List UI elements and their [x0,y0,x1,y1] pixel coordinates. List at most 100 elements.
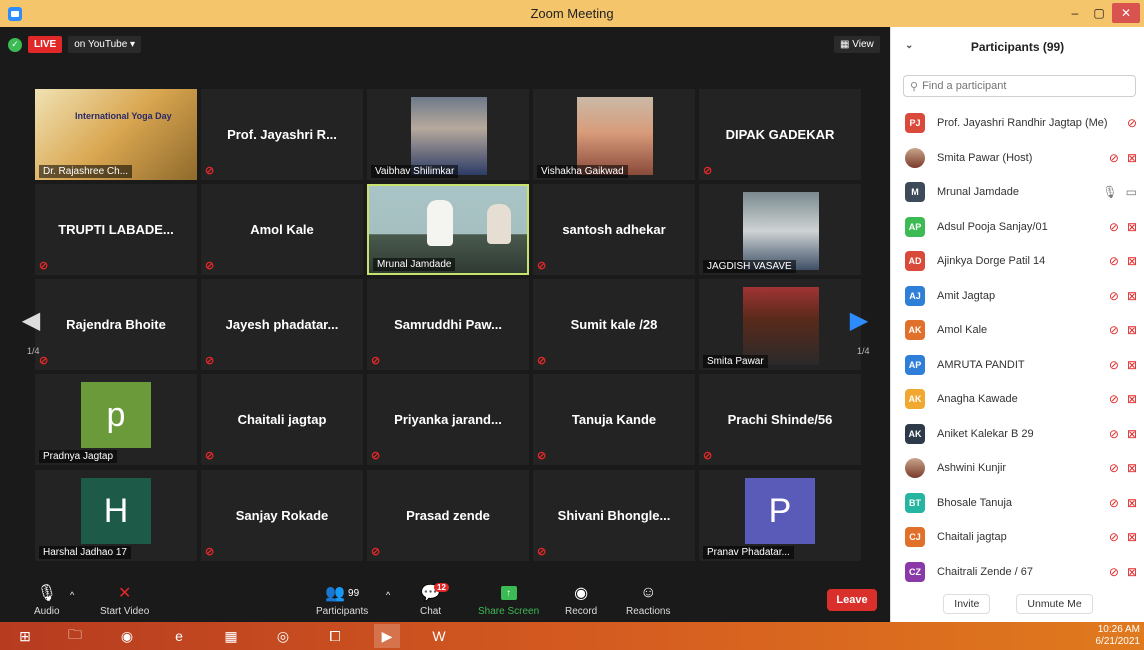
panel-header: ⌄ Participants (99) [891,27,1144,67]
participant-name: Mrunal Jamdade [937,186,1019,199]
word-icon[interactable]: W [426,624,452,648]
video-tile[interactable]: Priyanka jarand... ⊘ [367,374,529,465]
video-tile[interactable]: Vaibhav Shilimkar [367,89,529,180]
search-input[interactable] [922,80,1123,92]
youtube-stream-dropdown[interactable]: on YouTube ▾ [68,36,142,53]
participant-name: Ajinkya Dorge Patil 14 [937,255,1046,268]
video-tile[interactable]: Samruddhi Paw... ⊘ [367,279,529,370]
next-page-arrow-icon[interactable]: ▶ [846,286,872,354]
reactions-button[interactable]: ☺ Reactions [626,583,670,617]
edge-icon[interactable]: ◎ [270,624,296,648]
video-tile[interactable]: H Harshal Jadhao 17 [35,470,197,561]
video-tile[interactable]: Tanuja Kande ⊘ [533,374,695,465]
participant-row[interactable]: AP AMRUTA PANDIT ⊘ ⊠ [891,348,1144,383]
participant-status-icons: ⊘ ⊠ [1109,565,1137,579]
search-icon: ⚲ [910,80,919,93]
invite-button[interactable]: Invite [943,594,991,614]
participant-row[interactable]: BT Bhosale Tanuja ⊘ ⊠ [891,486,1144,521]
participant-row[interactable]: CJ Chaitali jagtap ⊘ ⊠ [891,520,1144,555]
video-tile[interactable]: Chaitali jagtap ⊘ [201,374,363,465]
share-screen-label: Share Screen [478,606,540,617]
participant-row[interactable]: PJ Prof. Jayashri Randhir Jagtap (Me) ⊘ [891,106,1144,141]
video-tile[interactable]: JAGDISH VASAVE [699,184,861,275]
clock-time[interactable]: 10:26 AM [1096,624,1140,636]
video-tile[interactable]: Sanjay Rokade ⊘ [201,470,363,561]
video-tile[interactable]: Vishakha Gaikwad [533,89,695,180]
video-tile[interactable]: Prasad zende ⊘ [367,470,529,561]
video-tile[interactable]: santosh adhekar ⊘ [533,184,695,275]
video-tile[interactable]: Sumit kale /28 ⊘ [533,279,695,370]
video-tile[interactable]: TRUPTI LABADE... ⊘ [35,184,197,275]
participant-avatar: AP [905,216,925,237]
chevron-down-icon[interactable]: ⌄ [905,40,913,51]
shield-icon[interactable]: ✓ [8,37,22,52]
participant-row[interactable]: AK Aniket Kalekar B 29 ⊘ ⊠ [891,417,1144,452]
poster-title: International Yoga Day [75,111,172,121]
view-button[interactable]: ▦ View [834,36,880,53]
video-tile[interactable]: Amol Kale ⊘ [201,184,363,275]
participant-avatar: AK [905,320,925,341]
store-icon[interactable]: ⧠ [322,624,348,648]
start-video-button[interactable]: ✕ Start Video [100,583,149,617]
participant-row[interactable]: AK Amol Kale ⊘ ⊠ [891,313,1144,348]
participant-list: PJ Prof. Jayashri Randhir Jagtap (Me) ⊘ Smi… [891,106,1144,589]
participant-search[interactable]: ⚲ [903,75,1136,97]
muted-mic-icon: ⊘ [537,355,547,367]
live-badge[interactable]: LIVE [28,36,63,53]
unmute-me-button[interactable]: Unmute Me [1016,594,1093,614]
participant-status-icons: ⊘ ⊠ [1109,461,1137,475]
ie-icon[interactable]: e [166,624,192,648]
video-off-icon: ⊠ [1126,357,1137,372]
participant-row[interactable]: CZ Chaitrali Zende / 67 ⊘ ⊠ [891,555,1144,590]
chrome-icon[interactable]: ◉ [114,624,140,648]
participant-status-icons: ⊘ ⊠ [1109,427,1137,441]
minimize-button[interactable]: – [1064,3,1086,23]
participants-options-caret[interactable]: ^ [386,585,390,605]
start-menu-icon[interactable]: ⊞ [12,624,38,648]
participant-row[interactable]: M Mrunal Jamdade 🎙 ▭ [891,175,1144,210]
clock-date[interactable]: 6/21/2021 [1096,636,1141,648]
participant-avatar [905,147,925,168]
participant-status-icons: ⊘ ⊠ [1109,289,1137,303]
video-tile[interactable]: p Pradnya Jagtap [35,374,197,465]
live-bar: ✓ LIVE on YouTube ▾ [8,36,142,53]
file-explorer-icon[interactable]: 🗀 [62,624,88,648]
video-tile[interactable]: International Yoga Day Dr. Rajashree Ch..… [35,89,197,180]
maximize-button[interactable]: ▢ [1088,3,1110,23]
calculator-icon[interactable]: ▦ [218,624,244,648]
video-tile[interactable]: Mrunal Jamdade [367,184,529,275]
video-tile[interactable]: DIPAK GADEKAR ⊘ [699,89,861,180]
chat-unread-badge: 12 [434,583,449,592]
muted-mic-icon: ⊘ [1108,254,1119,269]
chat-button[interactable]: 💬 Chat 12 [420,583,449,617]
participant-row[interactable]: AD Ajinkya Dorge Patil 14 ⊘ ⊠ [891,244,1144,279]
video-tile[interactable]: Smita Pawar [699,279,861,370]
video-off-icon: ⊠ [1126,461,1137,476]
participant-avatar: AJ [905,285,925,306]
zoom-icon[interactable]: ▶ [374,624,400,648]
audio-options-caret[interactable]: ^ [70,585,74,605]
participants-button[interactable]: 👥 99 Participants [316,583,368,617]
zoom-meeting-window: Zoom Meeting – ▢ ✕ ✓ LIVE on YouTube ▾ ▦… [0,0,1144,650]
video-tile[interactable]: P Pranav Phadatar... [699,470,861,561]
participant-avatar: AK [905,423,925,444]
close-button[interactable]: ✕ [1112,3,1140,23]
leave-button[interactable]: Leave [827,589,877,611]
windows-taskbar: ⊞ 🗀 ◉ e ▦ ◎ ⧠ ▶ W 10:26 AM 6/21/2021 [0,622,1144,650]
participant-row[interactable]: AP Adsul Pooja Sanjay/01 ⊘ ⊠ [891,210,1144,245]
participant-row[interactable]: AJ Amit Jagtap ⊘ ⊠ [891,279,1144,314]
participant-name: Prasad zende [406,508,490,523]
share-screen-button[interactable]: ↑ Share Screen [478,583,539,617]
record-button[interactable]: ◉ Record [565,583,597,617]
video-tile[interactable]: Shivani Bhongle... ⊘ [533,470,695,561]
participant-row[interactable]: Ashwini Kunjir ⊘ ⊠ [891,451,1144,486]
video-tile[interactable]: Jayesh phadatar... ⊘ [201,279,363,370]
video-tile[interactable]: Prof. Jayashri R... ⊘ [201,89,363,180]
participant-row[interactable]: AK Anagha Kawade ⊘ ⊠ [891,382,1144,417]
participant-row[interactable]: Smita Pawar (Host) ⊘ ⊠ [891,141,1144,176]
video-tile[interactable]: Prachi Shinde/56 ⊘ [699,374,861,465]
video-tile[interactable]: Rajendra Bhoite ⊘ [35,279,197,370]
participant-avatar: PJ [905,113,925,134]
audio-button[interactable]: 🎙 Audio [34,583,60,617]
prev-page-arrow-icon[interactable]: ◀ [18,286,44,354]
